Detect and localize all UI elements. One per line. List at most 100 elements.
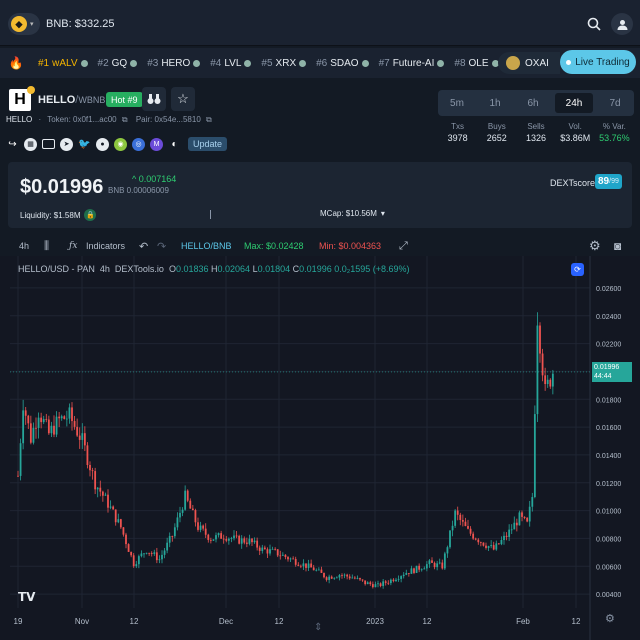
stat-value: $3.86M <box>560 133 591 143</box>
hot-badge[interactable]: Hot #9 <box>106 92 143 107</box>
candle-body <box>428 560 431 565</box>
update-button[interactable]: Update <box>188 137 228 151</box>
copy-icon[interactable]: ⧉ <box>206 115 212 124</box>
trending-item[interactable]: #2 GQ <box>98 58 138 69</box>
trending-rank: #6 <box>316 57 328 69</box>
chain-selector[interactable]: ◆ ▾ <box>8 13 40 35</box>
chart-settings-icon[interactable]: ⚙ <box>605 612 615 625</box>
legend-interval: 4h <box>99 264 110 274</box>
tradingview-logo[interactable]: 𝗧𝗩 <box>18 590 35 604</box>
timeframe-tabs: 5m 1h 6h 24h 7d <box>438 90 634 116</box>
candle-body <box>171 536 174 537</box>
legend-low: 0.01804 <box>257 264 291 274</box>
tab-6h[interactable]: 6h <box>514 90 552 116</box>
candle-body <box>119 519 122 528</box>
candle-body <box>454 510 457 526</box>
candle-type-icon[interactable]: ⫼ <box>44 240 49 253</box>
candle-body <box>348 576 351 579</box>
trending-item[interactable]: #3 HERO <box>147 58 201 69</box>
trending-item[interactable]: #7 Future-AI <box>379 58 445 69</box>
favorite-button[interactable]: ☆ <box>171 87 195 111</box>
candle-body <box>137 556 140 565</box>
chart-icon[interactable]: ▦ <box>24 137 37 151</box>
trending-item[interactable]: #5 XRX <box>261 58 307 69</box>
candle-body <box>122 527 125 535</box>
fullscreen-icon[interactable]: ⤢ <box>399 240 408 253</box>
cmc-icon[interactable]: ◉ <box>114 137 127 151</box>
tab-5m[interactable]: 5m <box>438 90 476 116</box>
y-tick-label: 0.01400 <box>596 453 621 460</box>
price-chart[interactable]: 0.026000.024000.022000.020000.018000.016… <box>0 256 640 640</box>
drag-handle-icon[interactable]: ⇕ <box>314 622 322 633</box>
trending-symbol: SDAO <box>330 57 359 69</box>
indicators-button[interactable]: ƒx Indicators <box>69 241 125 251</box>
candle-body <box>436 563 439 568</box>
candle-body <box>536 325 539 415</box>
tab-7d[interactable]: 7d <box>596 90 634 116</box>
price-panel: $0.01996 ^ 0.007164 BNB 0.00006009 DEXTs… <box>8 162 632 228</box>
discord-icon[interactable]: ◐ <box>168 138 181 151</box>
stat-label: Vol. <box>568 122 582 131</box>
settings-icon[interactable]: ⚙ <box>589 238 601 254</box>
pair-label: Pair: <box>135 115 153 124</box>
dextscore-badge[interactable]: 89/99 <box>595 174 622 189</box>
account-button[interactable] <box>611 13 633 35</box>
liquidity-value: Liquidity: $1.58M <box>20 210 81 220</box>
dex-icon[interactable]: M <box>150 137 163 151</box>
token-details: HELLO · Token: 0x0f1...ac00 ⧉ Pair: 0x54… <box>6 115 212 124</box>
pair-symbol: WBNB <box>78 95 106 105</box>
candle-body <box>505 535 508 537</box>
candle-body <box>305 563 307 568</box>
trending-item[interactable]: #6 SDAO <box>316 57 369 69</box>
candle-body <box>407 573 410 574</box>
telegram-icon[interactable]: ➤ <box>60 137 73 151</box>
redo-icon[interactable]: ↷ <box>157 240 166 253</box>
candle-body <box>17 475 19 477</box>
coingecko-icon[interactable]: ● <box>96 137 109 151</box>
search-button[interactable] <box>583 13 605 35</box>
candle-body <box>202 525 205 529</box>
candle-body <box>65 418 68 420</box>
featured-token[interactable]: OXAI <box>498 52 560 74</box>
stat-value: 2652 <box>486 133 507 143</box>
camera-icon[interactable]: ◙ <box>614 239 621 253</box>
candle-body <box>369 582 372 585</box>
candle-body <box>222 538 225 540</box>
share-icon[interactable]: ↪ <box>6 138 19 151</box>
website-icon[interactable] <box>42 139 55 149</box>
compare-button[interactable] <box>142 87 166 111</box>
candle-body <box>405 573 408 575</box>
candle-body <box>320 569 323 573</box>
candle-body <box>243 538 246 543</box>
candle-body <box>199 525 202 530</box>
candle-body <box>107 494 109 508</box>
lock-icon[interactable]: 🔒 <box>84 209 97 221</box>
candle-body <box>284 554 287 558</box>
y-tick-label: 0.01800 <box>596 397 621 404</box>
candle-body <box>302 563 305 567</box>
mcap-value: MCap: $10.56M <box>320 209 377 218</box>
live-trading-button[interactable]: Live Trading <box>560 50 636 74</box>
tab-1h[interactable]: 1h <box>476 90 514 116</box>
candle-body <box>294 558 297 565</box>
y-tick-label: 0.01000 <box>596 509 621 516</box>
trending-item[interactable]: #1 wALV <box>38 58 88 69</box>
candle-body <box>207 534 210 540</box>
interval-selector[interactable]: 4h <box>19 241 29 251</box>
candle-body <box>482 542 485 546</box>
tab-24h[interactable]: 24h <box>555 93 593 113</box>
candle-body <box>353 577 356 579</box>
trending-item[interactable]: #8 OLE <box>454 58 499 69</box>
refresh-icon[interactable]: ⟳ <box>571 263 584 276</box>
trending-item[interactable]: #4 LVL <box>210 58 252 69</box>
candle-body <box>299 565 302 567</box>
twitter-icon[interactable]: 🐦 <box>78 138 91 151</box>
candle-body <box>425 564 428 569</box>
nomics-icon[interactable]: ◎ <box>132 137 145 151</box>
trending-symbol: GQ <box>111 57 128 69</box>
copy-icon[interactable]: ⧉ <box>122 115 128 124</box>
chevron-down-icon[interactable]: ▾ <box>381 209 385 218</box>
live-trading-label: Live Trading <box>575 56 630 68</box>
undo-icon[interactable]: ↶ <box>139 240 148 253</box>
candle-body <box>341 575 343 576</box>
